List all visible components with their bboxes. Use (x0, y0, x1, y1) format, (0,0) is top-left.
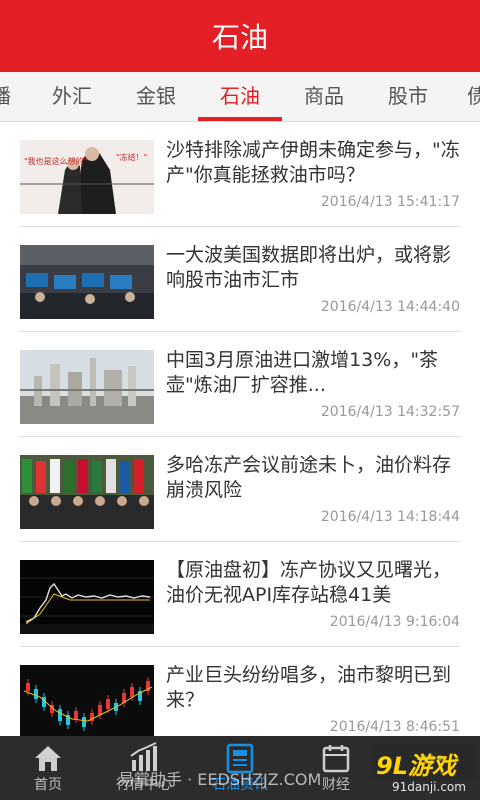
news-item[interactable]: 【原油盘初】冻产协议又见曙光，油价无视API库存站稳41美 2016/4/13 … (20, 542, 460, 647)
calendar-icon (322, 745, 350, 773)
watermark-url: 91danji.com (392, 780, 466, 794)
tab-precious-metals[interactable]: 金银 (132, 72, 180, 121)
news-title: 多哈冻产会议前途未卜，油价料存崩溃风险 (166, 454, 452, 501)
news-thumbnail (20, 245, 154, 319)
news-item[interactable]: 产业巨头纷纷唱多，油市黎明已到来？ 2016/4/13 8:46:51 (20, 647, 460, 736)
news-title: 产业巨头纷纷唱多，油市黎明已到来？ (166, 664, 452, 711)
nav-home[interactable]: 首页 (0, 736, 96, 800)
news-time: 2016/4/13 9:16:04 (329, 614, 460, 630)
news-title: 一大波美国数据即将出炉，或将影响股市油市汇市 (166, 244, 452, 291)
news-title: 中国3月原油进口激增13%，"茶壶"炼油厂扩容推... (166, 349, 439, 396)
tab-commodities[interactable]: 商品 (300, 72, 348, 121)
page-title: 石油 (211, 21, 268, 54)
tab-forex[interactable]: 外汇 (48, 72, 96, 121)
news-list: "我也是这么想的" "冻结！" 沙特排除减产伊朗未确定参与，"冻产"你真能拯救油… (0, 122, 480, 736)
news-title: 【原油盘初】冻产协议又见曙光，油价无视API库存站稳41美 (166, 559, 452, 606)
watermark-logo: 9L游戏 91danji.com (370, 744, 476, 796)
tab-partial-right[interactable]: 债 (466, 72, 480, 121)
news-thumbnail (20, 665, 154, 736)
news-item[interactable]: "我也是这么想的" "冻结！" 沙特排除减产伊朗未确定参与，"冻产"你真能拯救油… (20, 122, 460, 227)
news-thumbnail (20, 560, 154, 634)
news-title: 沙特排除减产伊朗未确定参与，"冻产"你真能拯救油市吗？ (166, 139, 460, 186)
tab-oil[interactable]: 石油 (198, 72, 282, 121)
news-time: 2016/4/13 14:18:44 (320, 509, 460, 525)
thumb-quote-left: "我也是这么想的" (24, 156, 87, 166)
news-time: 2016/4/13 14:32:57 (320, 404, 460, 420)
title-bar: 石油 (0, 0, 480, 72)
tab-partial-left[interactable]: 播 (0, 72, 12, 121)
news-item[interactable]: 多哈冻产会议前途未卜，油价料存崩溃风险 2016/4/13 14:18:44 (20, 437, 460, 542)
news-time: 2016/4/13 15:41:17 (320, 194, 460, 210)
watermark-text: 易掌助手 · EEDSHZJZ.COM (118, 770, 322, 789)
news-thumbnail: "我也是这么想的" "冻结！" (20, 140, 154, 214)
home-icon (35, 746, 61, 771)
news-time: 2016/4/13 8:46:51 (329, 719, 460, 735)
news-item[interactable]: 中国3月原油进口激增13%，"茶壶"炼油厂扩容推... 2016/4/13 14… (20, 332, 460, 437)
news-item[interactable]: 一大波美国数据即将出炉，或将影响股市油市汇市 2016/4/13 14:44:4… (20, 227, 460, 332)
thumb-quote-right: "冻结！" (116, 152, 147, 162)
watermark-logo-text: 9L游戏 (376, 752, 456, 780)
news-time: 2016/4/13 14:44:40 (320, 299, 460, 315)
nav-home-label: 首页 (34, 777, 62, 793)
category-tabs: 播 外汇 金银 石油 商品 股市 债 (0, 72, 480, 122)
news-thumbnail (20, 455, 154, 529)
news-thumbnail (20, 350, 154, 424)
tab-stocks[interactable]: 股市 (384, 72, 432, 121)
